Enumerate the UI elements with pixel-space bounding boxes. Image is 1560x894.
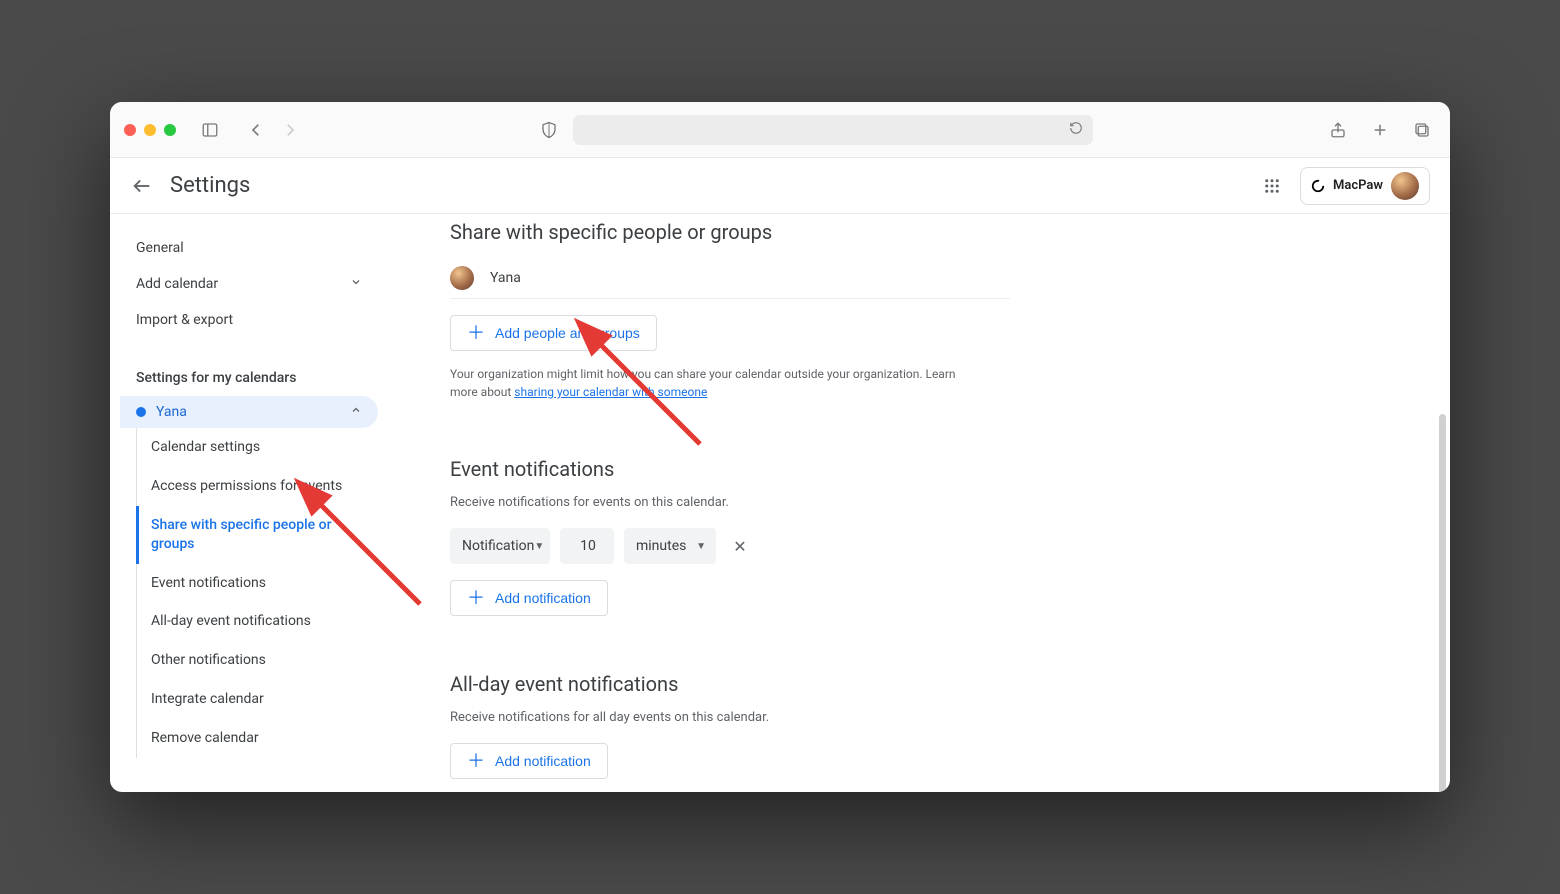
sidebar-item-add-calendar[interactable]: Add calendar	[120, 266, 378, 302]
browser-titlebar	[110, 102, 1450, 158]
new-tab-icon[interactable]	[1366, 116, 1394, 144]
sidebar-calendar-item[interactable]: Yana	[120, 396, 378, 428]
sidebar-sub-allday-notifications[interactable]: All-day event notifications	[137, 602, 390, 641]
allday-heading: All-day event notifications	[450, 672, 1010, 696]
notification-value-input[interactable]: 10	[560, 528, 614, 564]
sidebar-sub-calendar-settings[interactable]: Calendar settings	[137, 428, 390, 467]
back-button[interactable]	[130, 174, 154, 198]
content: Share with specific people or groups Yan…	[390, 214, 1450, 792]
sidebar-item-label: Import & export	[136, 312, 233, 328]
select-value: Notification	[462, 538, 534, 554]
remove-notification-button[interactable]: ✕	[726, 532, 754, 560]
share-icon[interactable]	[1324, 116, 1352, 144]
close-window-button[interactable]	[124, 124, 136, 136]
body: General Add calendar Import & export Set…	[110, 214, 1450, 792]
org-logo-icon	[1311, 179, 1325, 193]
button-label: Add people and groups	[495, 325, 640, 341]
sidebar-item-label: Add calendar	[136, 276, 218, 292]
sidebar-item-import-export[interactable]: Import & export	[120, 302, 378, 338]
apps-grid-icon[interactable]	[1260, 174, 1284, 198]
input-value: 10	[580, 538, 596, 554]
calendar-name: Yana	[156, 404, 340, 420]
browser-window: Settings MacPaw General Add calendar Im	[110, 102, 1450, 792]
plus-icon: ＋	[467, 324, 485, 342]
sidebar-sub-event-notifications[interactable]: Event notifications	[137, 564, 390, 603]
section-event-notifications: Event notifications Receive notification…	[450, 457, 1010, 616]
share-learn-more-link[interactable]: sharing your calendar with someone	[514, 385, 707, 399]
reload-icon[interactable]	[1069, 120, 1083, 139]
nav-back-icon[interactable]	[242, 116, 270, 144]
notification-row: Notification ▼ 10 minutes ▼ ✕	[450, 528, 1010, 564]
add-people-button[interactable]: ＋ Add people and groups	[450, 315, 657, 351]
sidebar-sub-integrate-calendar[interactable]: Integrate calendar	[137, 680, 390, 719]
org-label: MacPaw	[1333, 178, 1383, 193]
fullscreen-window-button[interactable]	[164, 124, 176, 136]
sidebar-sub-other-notifications[interactable]: Other notifications	[137, 641, 390, 680]
user-avatar[interactable]	[1391, 172, 1419, 200]
button-label: Add notification	[495, 590, 591, 606]
dropdown-icon: ▼	[534, 541, 544, 552]
traffic-lights	[124, 124, 176, 136]
person-name: Yana	[490, 270, 521, 286]
org-account-chip[interactable]: MacPaw	[1300, 167, 1430, 205]
plus-icon: ＋	[467, 589, 485, 607]
event-notifications-caption: Receive notifications for events on this…	[450, 495, 1010, 510]
person-avatar	[450, 266, 474, 290]
chevron-up-icon	[350, 404, 362, 420]
plus-icon: ＋	[467, 752, 485, 770]
button-label: Add notification	[495, 753, 591, 769]
sidebar: General Add calendar Import & export Set…	[110, 214, 390, 792]
add-notification-button[interactable]: ＋ Add notification	[450, 580, 608, 616]
sidebar-sub-remove-calendar[interactable]: Remove calendar	[137, 719, 390, 758]
notification-unit-select[interactable]: minutes ▼	[624, 528, 716, 564]
sidebar-toggle-icon[interactable]	[196, 116, 224, 144]
section-allday-notifications: All-day event notifications Receive noti…	[450, 672, 1010, 779]
section-share: Share with specific people or groups Yan…	[450, 220, 1010, 401]
sidebar-sub-access-permissions[interactable]: Access permissions for events	[137, 467, 390, 506]
sidebar-sub-share-specific[interactable]: Share with specific people or groups	[136, 506, 390, 564]
select-value: minutes	[636, 538, 686, 554]
tabs-overview-icon[interactable]	[1408, 116, 1436, 144]
sidebar-item-general[interactable]: General	[120, 230, 378, 266]
minimize-window-button[interactable]	[144, 124, 156, 136]
sidebar-item-label: General	[136, 240, 184, 256]
sidebar-sub-list: Calendar settings Access permissions for…	[136, 428, 390, 758]
share-caption: Your organization might limit how you ca…	[450, 365, 970, 401]
chevron-down-icon	[350, 276, 362, 292]
event-notifications-heading: Event notifications	[450, 457, 1010, 481]
notification-method-select[interactable]: Notification ▼	[450, 528, 550, 564]
page-title: Settings	[170, 173, 250, 198]
sidebar-section-label: Settings for my calendars	[120, 360, 390, 396]
nav-forward-icon[interactable]	[276, 116, 304, 144]
share-person-row: Yana	[450, 258, 1010, 299]
add-allday-notification-button[interactable]: ＋ Add notification	[450, 743, 608, 779]
scrollbar-icon[interactable]	[1439, 414, 1446, 792]
privacy-shield-icon[interactable]	[535, 116, 563, 144]
dropdown-icon: ▼	[696, 541, 706, 552]
address-bar[interactable]	[573, 115, 1093, 145]
allday-caption: Receive notifications for all day events…	[450, 710, 1010, 725]
app-header: Settings MacPaw	[110, 158, 1450, 214]
calendar-color-dot	[136, 407, 146, 417]
share-heading: Share with specific people or groups	[450, 220, 1010, 244]
